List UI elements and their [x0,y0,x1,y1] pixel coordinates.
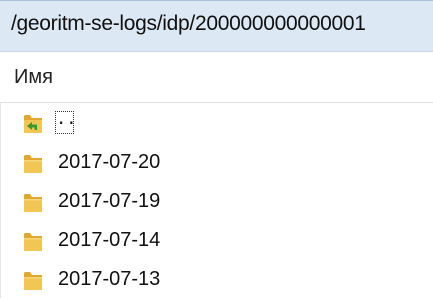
folder-row[interactable]: 2017-07-14 [0,221,433,260]
folder-name: 2017-07-19 [58,190,161,212]
folder-icon [23,190,51,214]
parent-directory-label: .. [55,111,76,134]
folder-row[interactable]: 2017-07-19 [0,182,433,221]
column-header-row: Имя [0,52,433,103]
folder-up-icon [23,111,51,135]
file-list: .. 2017-07-20 2017-07-19 2017-07-14 2017… [0,103,433,299]
current-path: /georitm-se-logs/idp/200000000000001 [11,12,366,35]
folder-row[interactable]: 2017-07-20 [0,143,433,182]
folder-icon [23,151,51,175]
folder-name: 2017-07-14 [58,229,161,251]
folder-icon [23,229,51,253]
folder-row[interactable]: 2017-07-13 [0,260,433,299]
parent-directory-row[interactable]: .. [0,103,433,143]
folder-icon [23,268,51,292]
folder-name: 2017-07-13 [58,268,161,290]
path-bar[interactable]: /georitm-se-logs/idp/200000000000001 [0,0,433,52]
folder-name: 2017-07-20 [58,151,161,173]
column-header-name[interactable]: Имя [14,66,53,89]
